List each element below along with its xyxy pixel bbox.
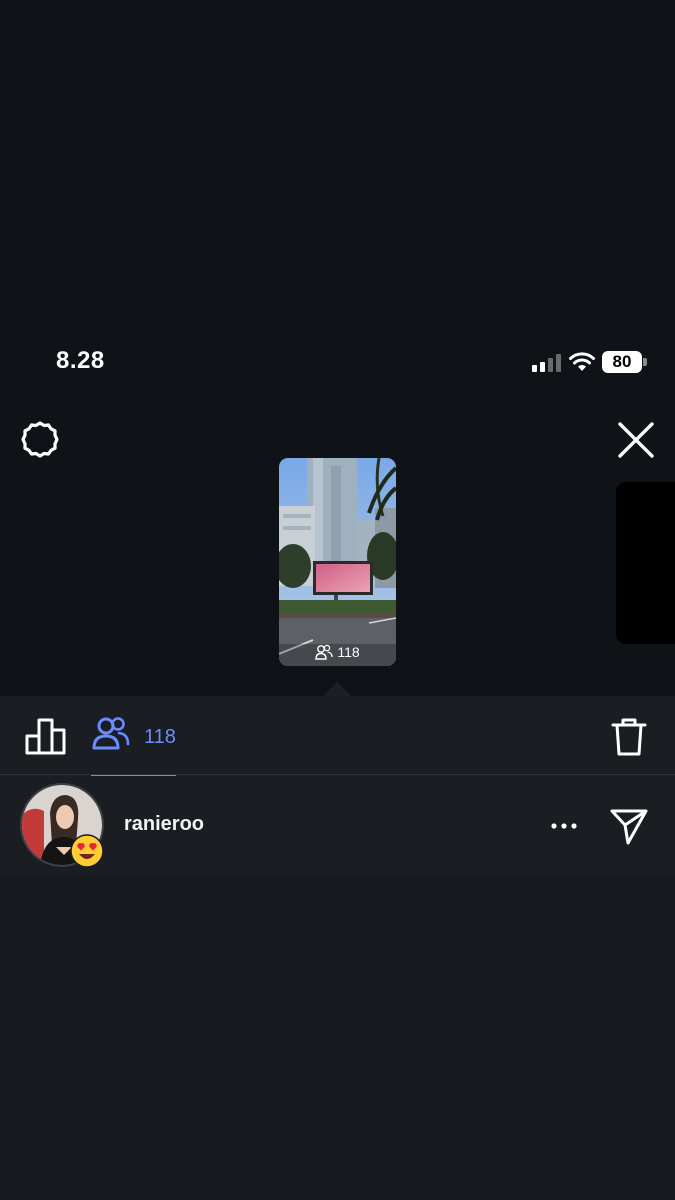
story-image [279, 458, 396, 666]
users-icon [315, 644, 333, 660]
next-story-thumbnail[interactable] [616, 482, 675, 644]
tab-viewers-count: 118 [144, 726, 176, 748]
viewers-list-empty-area [0, 876, 675, 1200]
story-viewer-count: 118 [279, 642, 396, 662]
cellular-signal-icon [532, 354, 561, 372]
send-icon[interactable] [609, 806, 649, 846]
wifi-icon [569, 352, 595, 371]
bar-chart-icon[interactable] [24, 716, 68, 756]
viewer-username[interactable]: ranieroo [124, 813, 204, 836]
trash-icon[interactable] [610, 716, 648, 758]
story-thumbnail[interactable]: 118 [279, 458, 396, 666]
thumbnail-pointer [323, 682, 351, 696]
battery-indicator: 80 [602, 351, 648, 373]
gear-icon[interactable] [20, 420, 60, 460]
close-icon[interactable] [614, 418, 658, 462]
tab-viewers[interactable]: 118 [91, 706, 176, 776]
battery-level: 80 [602, 351, 642, 373]
users-icon [92, 717, 130, 750]
more-icon[interactable] [548, 812, 580, 840]
tabs-divider [0, 774, 675, 775]
story-viewer-count-text: 118 [337, 644, 360, 660]
battery-cap [643, 358, 647, 366]
heart-eyes-emoji-icon [70, 834, 104, 868]
status-time: 8.28 [56, 347, 105, 374]
